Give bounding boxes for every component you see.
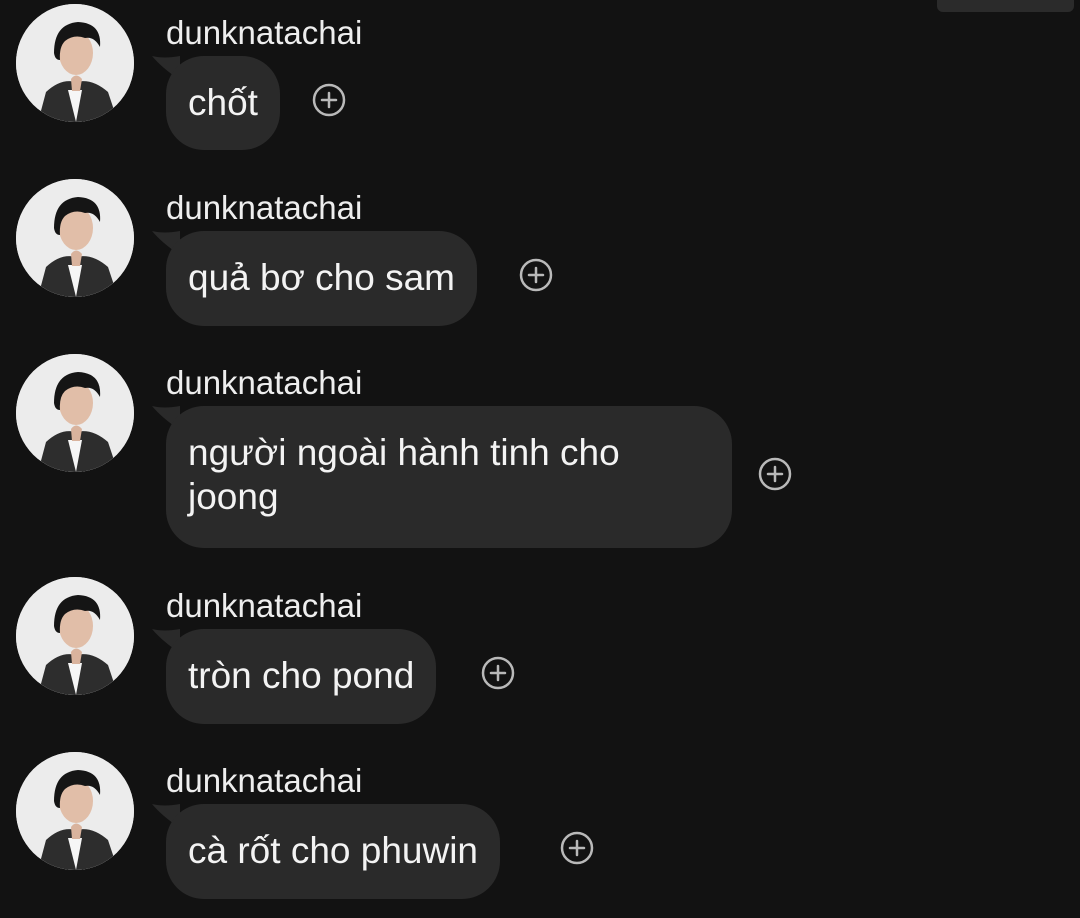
message-item: dunknatachai người ngoài hành tinh cho j…: [0, 354, 1080, 552]
username[interactable]: dunknatachai: [166, 762, 362, 800]
message-bubble[interactable]: chốt: [166, 56, 280, 150]
add-reaction-icon[interactable]: [481, 656, 515, 690]
avatar[interactable]: [16, 354, 134, 472]
message-item: dunknatachai tròn cho pond: [0, 577, 1080, 727]
add-reaction-icon[interactable]: [758, 457, 792, 491]
avatar[interactable]: [16, 4, 134, 122]
message-bubble[interactable]: cà rốt cho phuwin: [166, 804, 501, 899]
username[interactable]: dunknatachai: [166, 364, 362, 402]
avatar[interactable]: [16, 577, 134, 695]
username[interactable]: dunknatachai: [166, 189, 362, 227]
avatar[interactable]: [16, 752, 134, 870]
message-bubble[interactable]: tròn cho pond: [166, 629, 437, 724]
add-reaction-icon[interactable]: [519, 258, 553, 292]
username[interactable]: dunknatachai: [166, 587, 362, 625]
message-bubble[interactable]: người ngoài hành tinh cho joong: [166, 406, 732, 548]
message-item: dunknatachai cà rốt cho phuwin: [0, 752, 1080, 902]
message-item: dunknatachai quả bơ cho sam: [0, 179, 1080, 329]
avatar[interactable]: [16, 179, 134, 297]
username[interactable]: dunknatachai: [166, 14, 362, 52]
add-reaction-icon[interactable]: [560, 831, 594, 865]
message-bubble[interactable]: quả bơ cho sam: [166, 231, 477, 326]
message-item: dunknatachai chốt: [0, 4, 1080, 154]
add-reaction-icon[interactable]: [312, 83, 346, 117]
